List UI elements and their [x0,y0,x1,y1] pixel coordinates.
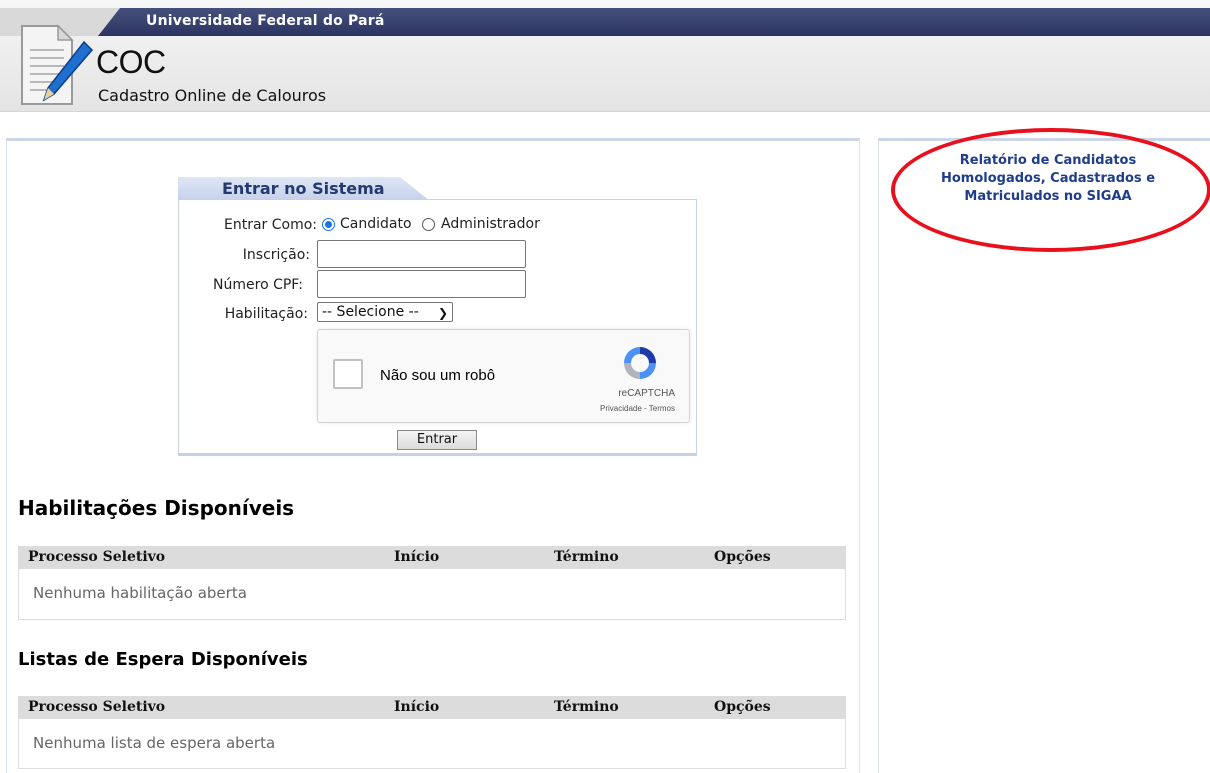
page-header: Universidade Federal do Pará COC Cadastr… [0,0,1210,112]
recaptcha-terms-link[interactable]: Privacidade - Termos [600,404,675,413]
cpf-label: Número CPF: [213,277,303,293]
listas-title: Listas de Espera Disponíveis [18,649,308,670]
report-link-line[interactable]: Matriculados no SIGAA [905,188,1191,206]
app-name: COC [96,44,166,80]
recaptcha-icon [624,347,656,379]
table-row: Nenhuma habilitação aberta [18,569,846,620]
habilitacao-label: Habilitação: [224,306,308,322]
column-header: Processo Seletivo [28,699,166,715]
radio-candidato[interactable] [322,218,335,231]
side-panel [878,138,1210,773]
inscricao-input[interactable] [317,240,526,268]
radio-candidato-label[interactable]: Candidato [340,216,412,232]
column-header: Opções [714,549,771,565]
column-header: Término [554,549,619,565]
empty-message: Nenhuma habilitação aberta [33,584,247,602]
habilitacao-select[interactable]: -- Selecione -- ❯ [317,302,453,322]
table-header: Processo Seletivo Início Término Opções [18,546,846,569]
report-link[interactable]: Relatório de Candidatos Homologados, Cad… [905,152,1191,206]
column-header: Início [394,699,440,715]
habilitacao-selected: -- Selecione -- [322,304,419,320]
report-link-line[interactable]: Homologados, Cadastrados e [905,170,1191,188]
column-header: Processo Seletivo [28,549,166,565]
column-header: Início [394,549,440,565]
app-subtitle: Cadastro Online de Calouros [98,86,327,105]
login-tab: Entrar no Sistema [178,177,430,201]
login-title: Entrar no Sistema [222,179,385,198]
recaptcha-checkbox[interactable] [333,359,363,389]
radio-administrador[interactable] [422,218,435,231]
chevron-down-icon: ❯ [437,306,448,320]
recaptcha-text: Não sou um robô [380,367,496,384]
cpf-input[interactable] [317,270,526,298]
recaptcha-brand: reCAPTCHA [618,388,675,399]
column-header: Término [554,699,619,715]
empty-message: Nenhuma lista de espera aberta [33,734,276,752]
habilitacoes-title: Habilitações Disponíveis [18,496,295,520]
report-link-line[interactable]: Relatório de Candidatos [905,152,1191,170]
enter-as-label: Entrar Como: [223,217,317,233]
document-pen-icon [21,24,94,105]
recaptcha-widget: Não sou um robô reCAPTCHA Privacidade - … [317,329,690,423]
university-name: Universidade Federal do Pará [146,13,385,29]
column-header: Opções [714,699,771,715]
login-submit-button[interactable]: Entrar [397,430,477,450]
table-header: Processo Seletivo Início Término Opções [18,696,846,719]
university-bar: Universidade Federal do Pará [0,8,1210,36]
table-row: Nenhuma lista de espera aberta [18,719,846,769]
radio-administrador-label[interactable]: Administrador [441,216,540,232]
inscricao-label: Inscrição: [242,247,310,263]
